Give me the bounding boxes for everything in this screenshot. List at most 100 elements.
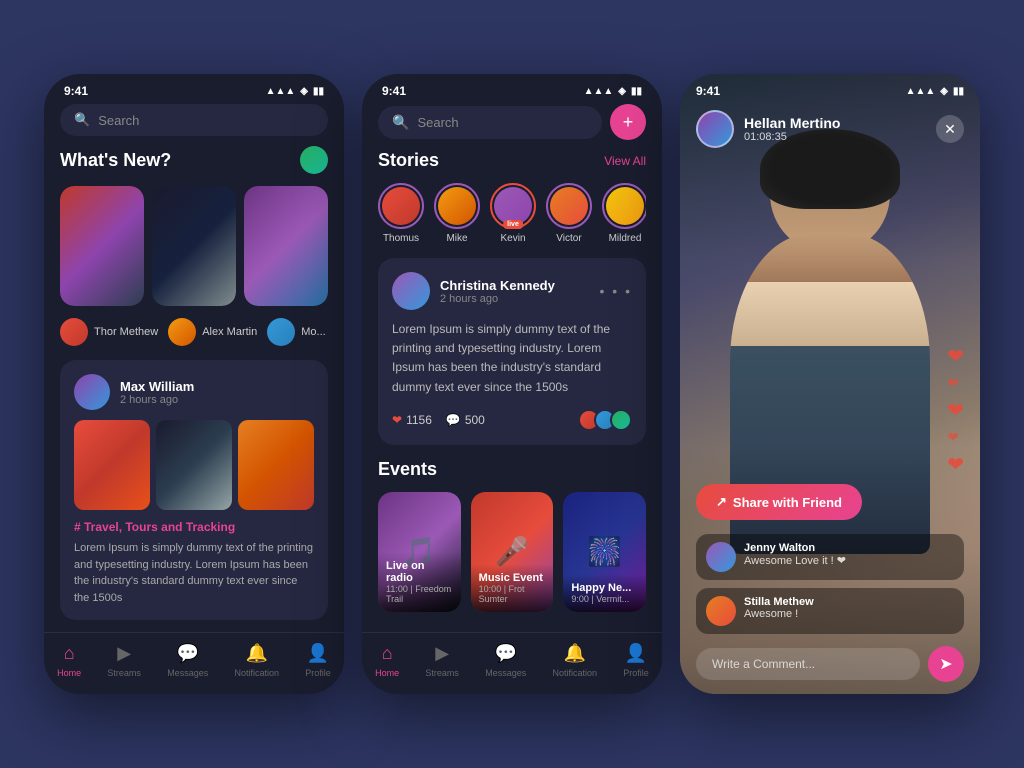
nav-messages-2[interactable]: 💬 Messages	[485, 643, 526, 678]
nav-streams-1[interactable]: ▶ Streams	[107, 643, 141, 678]
event-3[interactable]: 🎆 Happy Ne... 9:00 | Vermit...	[563, 492, 646, 612]
streams-label-1: Streams	[107, 668, 141, 678]
comment-avatar-1	[706, 542, 736, 572]
close-button[interactable]: ✕	[936, 115, 964, 143]
people-row: Thor Methew Alex Martin Mo...	[60, 318, 328, 346]
news-images	[60, 186, 328, 306]
phone3-header: Hellan Mertino 01:08:35 ✕	[680, 104, 980, 154]
post-avatar	[74, 374, 110, 410]
time-3: 9:41	[696, 84, 720, 98]
search-placeholder-1: Search	[98, 113, 139, 128]
story-victor[interactable]: Victor	[546, 183, 592, 244]
scroll-content-2: Stories View All Thomus Mike	[362, 150, 662, 632]
feed-card: Christina Kennedy 2 hours ago • • • Lore…	[378, 258, 646, 445]
notif-icon-1: 🔔	[246, 643, 268, 664]
person-name-2: Alex Martin	[202, 326, 257, 338]
post-author: Max William	[120, 379, 194, 394]
comment-text-1: Awesome Love it ! ❤	[744, 554, 846, 567]
story-name-mildred: Mildred	[609, 233, 642, 244]
floating-hearts: ❤ ❤ ❤ ❤ ❤	[947, 344, 964, 477]
heart-icon: ❤	[392, 413, 402, 427]
event-name-3: Happy Ne...	[571, 582, 638, 594]
phone3-user: Hellan Mertino 01:08:35	[696, 110, 840, 148]
person-avatar-1	[60, 318, 88, 346]
scroll-content-1: What's New?	[44, 146, 344, 632]
liked-avatar-3	[610, 409, 632, 431]
story-kevin[interactable]: live Kevin	[490, 183, 536, 244]
nav-profile-1[interactable]: 👤 Profile	[305, 643, 331, 678]
whats-new-title: What's New?	[60, 150, 171, 171]
battery-icon-3: ▮▮	[953, 86, 964, 97]
post-header: Max William 2 hours ago	[74, 374, 314, 410]
feed-options[interactable]: • • •	[600, 283, 632, 299]
story-thomus[interactable]: Thomus	[378, 183, 424, 244]
profile-label-2: Profile	[623, 668, 649, 678]
notif-label-1: Notification	[234, 668, 279, 678]
post-img-2	[156, 420, 232, 510]
news-img-1	[60, 186, 144, 306]
comment-input-field[interactable]: Write a Comment...	[696, 648, 920, 680]
event-2[interactable]: 🎤 Music Event 10:00 | Frot Sumter	[471, 492, 554, 612]
post-time: 2 hours ago	[120, 394, 194, 406]
battery-icon-2: ▮▮	[631, 86, 642, 97]
event-1[interactable]: 🎵 Live on radio 11:00 | Freedom Trail	[378, 492, 461, 612]
person-name-1: Thor Methew	[94, 326, 158, 338]
nav-profile-2[interactable]: 👤 Profile	[623, 643, 649, 678]
story-mike[interactable]: Mike	[434, 183, 480, 244]
person-avatar-2	[168, 318, 196, 346]
share-button[interactable]: ↗ Share with Friend	[696, 484, 862, 520]
person-1: Thor Methew	[60, 318, 158, 346]
comments-section: Jenny Walton Awesome Love it ! ❤ Stilla …	[696, 534, 964, 634]
feed-avatar	[392, 272, 430, 310]
comment-1: Jenny Walton Awesome Love it ! ❤	[696, 534, 964, 580]
events-title: Events	[378, 459, 437, 480]
heart-2: ❤	[947, 375, 964, 392]
comments-count: 500	[465, 413, 485, 427]
nav-messages-1[interactable]: 💬 Messages	[167, 643, 208, 678]
search-row-2: 🔍 Search +	[378, 104, 646, 140]
battery-icon: ▮▮	[313, 86, 324, 97]
story-name-mike: Mike	[446, 233, 467, 244]
nav-notif-1[interactable]: 🔔 Notification	[234, 643, 279, 678]
heart-3: ❤	[947, 398, 964, 423]
news-img-2	[152, 186, 236, 306]
post-tag: # Travel, Tours and Tracking	[74, 520, 314, 534]
add-button[interactable]: +	[610, 104, 646, 140]
nav-home-1[interactable]: ⌂ Home	[57, 643, 81, 678]
view-all-btn[interactable]: View All	[604, 154, 646, 168]
post-card-1: Max William 2 hours ago # Travel, Tours …	[60, 360, 328, 620]
phone-2: 9:41 ▲▲▲ ◈ ▮▮ 🔍 Search + Stories	[362, 74, 662, 694]
feed-actions: ❤ 1156 💬 500	[392, 409, 632, 431]
phone3-content: 9:41 ▲▲▲ ◈ ▮▮ Hellan Mertino 01:08:35 ✕	[680, 74, 980, 694]
story-avatar-mike	[434, 183, 480, 229]
search-placeholder-2: Search	[417, 115, 458, 130]
nav-streams-2[interactable]: ▶ Streams	[425, 643, 459, 678]
comments-action[interactable]: 💬 500	[446, 413, 485, 427]
nav-notif-2[interactable]: 🔔 Notification	[552, 643, 597, 678]
story-mildred[interactable]: Mildred	[602, 183, 646, 244]
nav-home-2[interactable]: ⌂ Home	[375, 643, 399, 678]
status-bar-3: 9:41 ▲▲▲ ◈ ▮▮	[680, 74, 980, 104]
share-label: Share with Friend	[733, 495, 842, 510]
event-overlay-2: Music Event 10:00 | Frot Sumter	[471, 564, 554, 612]
search-bar-1[interactable]: 🔍 Search	[60, 104, 328, 136]
bottom-nav-1: ⌂ Home ▶ Streams 💬 Messages 🔔 Notificati…	[44, 632, 344, 694]
event-bg-3: 🎆 Happy Ne... 9:00 | Vermit...	[563, 492, 646, 612]
status-bar-2: 9:41 ▲▲▲ ◈ ▮▮	[362, 74, 662, 104]
streams-label-2: Streams	[425, 668, 459, 678]
person-3: Mo...	[267, 318, 325, 346]
likes-count: 1156	[406, 413, 432, 427]
phone3-username: Hellan Mertino	[744, 115, 840, 131]
news-img-bg-2	[152, 186, 236, 306]
comment-body-1: Jenny Walton Awesome Love it ! ❤	[744, 542, 846, 567]
search-icon-2: 🔍	[392, 114, 409, 131]
send-button[interactable]: ➤	[928, 646, 964, 682]
likes-action[interactable]: ❤ 1156	[392, 413, 432, 427]
feed-author: Christina Kennedy	[440, 278, 555, 293]
search-bar-2[interactable]: 🔍 Search	[378, 106, 602, 139]
phone-3: ❤ ❤ ❤ ❤ ❤ 9:41 ▲▲▲ ◈ ▮▮ Hellan	[680, 74, 980, 694]
comment-input-row: Write a Comment... ➤	[696, 646, 964, 682]
profile-icon-2: 👤	[625, 643, 647, 664]
phone3-timer: 01:08:35	[744, 131, 840, 143]
search-icon-1: 🔍	[74, 112, 90, 128]
